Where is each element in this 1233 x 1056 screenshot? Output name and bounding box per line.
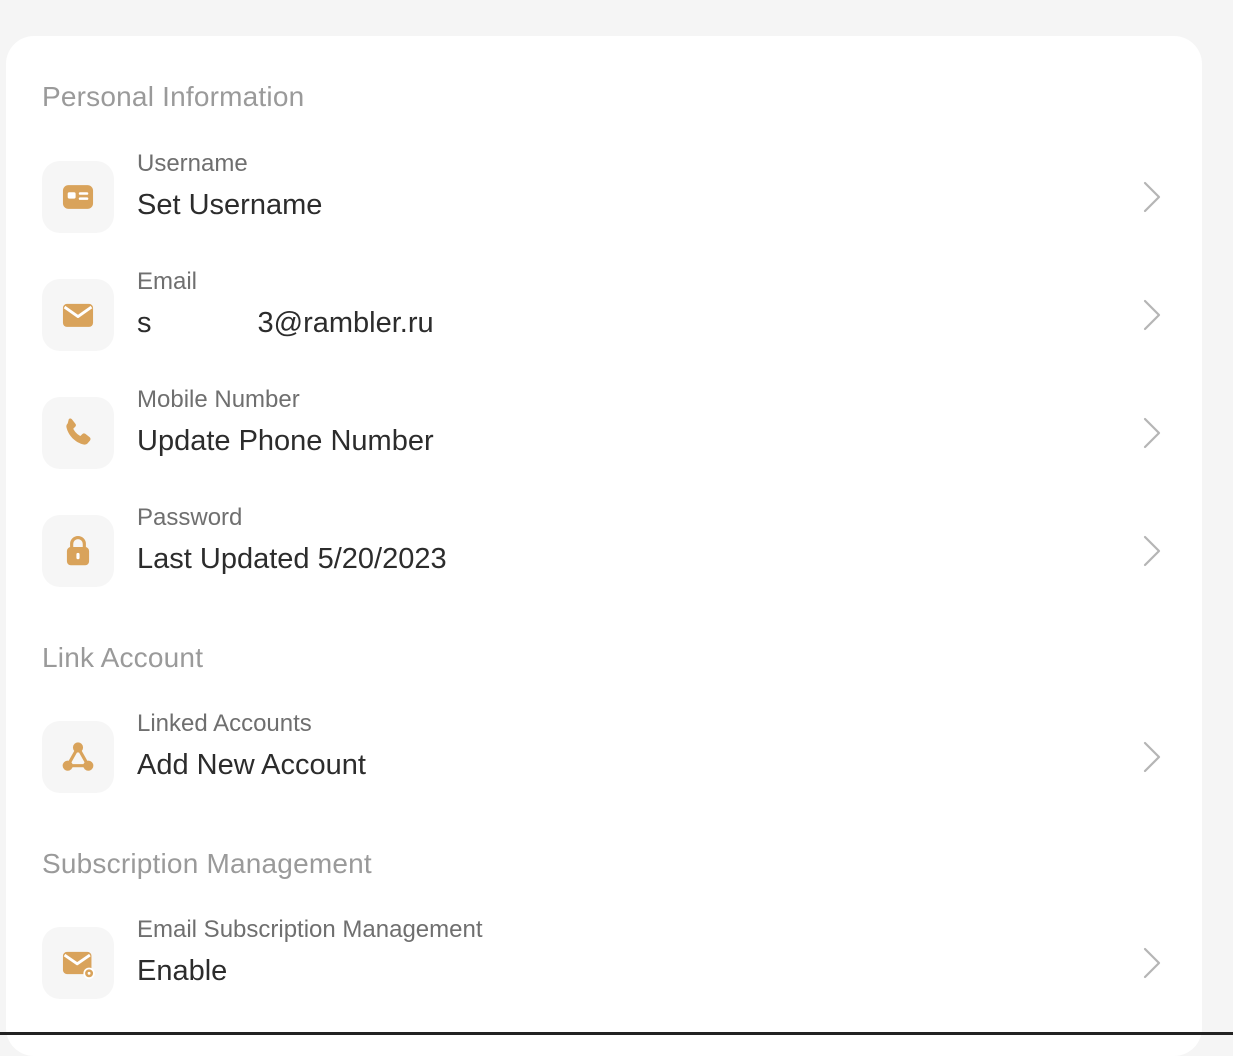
password-value: Last Updated 5/20/2023 <box>137 543 447 575</box>
username-value: Set Username <box>137 189 323 221</box>
phone-icon <box>42 397 114 469</box>
email-value-prefix: s <box>137 307 152 339</box>
email-subscription-label: Email Subscription Management <box>137 916 483 943</box>
linked-accounts-label: Linked Accounts <box>137 710 312 737</box>
chevron-right-icon <box>1143 299 1161 331</box>
chevron-right-icon <box>1143 181 1161 213</box>
linked-nodes-icon <box>42 721 114 793</box>
mail-settings-icon <box>42 927 114 999</box>
chevron-right-icon <box>1143 741 1161 773</box>
section-title-link-account: Link Account <box>42 642 204 673</box>
lock-icon <box>42 515 114 587</box>
linked-accounts-value: Add New Account <box>137 749 366 781</box>
account-settings-card: Personal Information Username Set Userna… <box>6 36 1202 1056</box>
chevron-right-icon <box>1143 417 1161 449</box>
section-title-subscription-management: Subscription Management <box>42 848 372 879</box>
email-label: Email <box>137 268 198 295</box>
row-mobile-number[interactable]: Mobile Number Update Phone Number <box>6 385 1202 485</box>
email-value-suffix: 3@rambler.ru <box>257 307 434 339</box>
row-email-subscription[interactable]: Email Subscription Management Enable <box>6 915 1202 1015</box>
email-subscription-value: Enable <box>137 955 228 987</box>
mobile-number-value: Update Phone Number <box>137 425 434 457</box>
envelope-icon <box>42 279 114 351</box>
id-card-icon <box>42 161 114 233</box>
row-linked-accounts[interactable]: Linked Accounts Add New Account <box>6 709 1202 809</box>
mobile-number-label: Mobile Number <box>137 386 300 413</box>
row-password[interactable]: Password Last Updated 5/20/2023 <box>6 503 1202 603</box>
password-label: Password <box>137 504 243 531</box>
username-label: Username <box>137 150 248 177</box>
row-email[interactable]: Email s 3@rambler.ru <box>6 267 1202 367</box>
chevron-right-icon <box>1143 947 1161 979</box>
row-username[interactable]: Username Set Username <box>6 149 1202 249</box>
redacted-block <box>151 309 258 340</box>
chevron-right-icon <box>1143 535 1161 567</box>
section-title-personal-information: Personal Information <box>42 81 305 112</box>
email-value: s 3@rambler.ru <box>137 307 434 340</box>
